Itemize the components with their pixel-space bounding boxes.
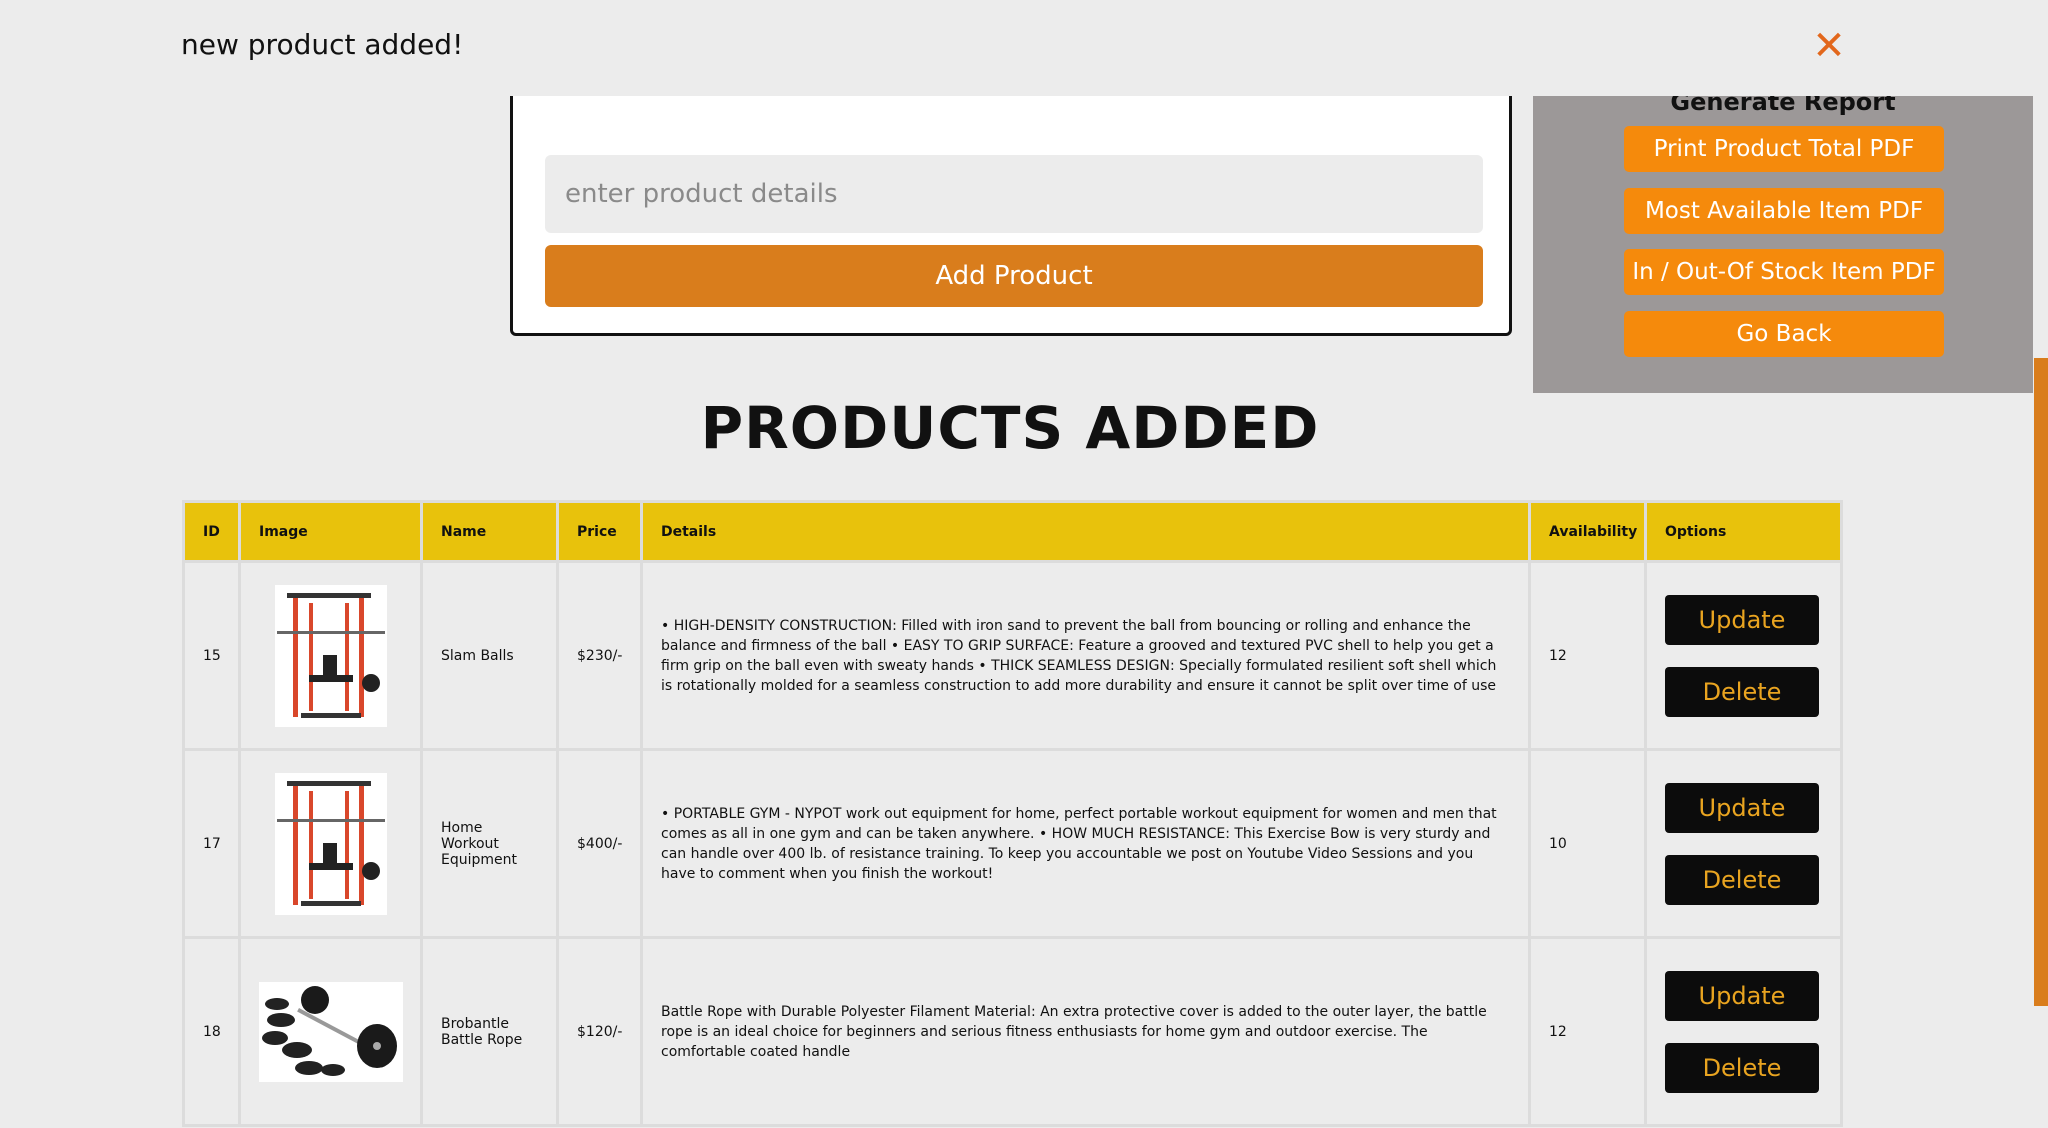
delete-button[interactable]: Delete [1665,666,1819,717]
cell-options: Update Delete [1644,748,1843,939]
cell-id: 15 [182,560,241,751]
cell-id: 18 [182,936,241,1127]
products-table: ID Image Name Price Details Availability… [182,500,1843,1127]
toast-notification: new product added! ✕ [0,0,2048,96]
close-icon[interactable]: ✕ [1812,26,1846,66]
table-row: 18 Brobantle Battle Rope $120/- Battle R… [182,936,1843,1127]
products-heading: PRODUCTS ADDED [700,394,1320,462]
cell-price: $400/- [556,748,643,939]
cell-options: Update Delete [1644,560,1843,751]
cell-price: $230/- [556,560,643,751]
toast-message: new product added! [181,28,464,61]
column-header-image: Image [238,500,423,563]
cell-details: Battle Rope with Durable Polyester Filam… [640,936,1531,1127]
table-row: 17 Home Workout Equipment $400/- • PORTA… [182,748,1843,939]
column-header-price: Price [556,500,643,563]
cell-name: Home Workout Equipment [420,748,559,939]
cell-price: $120/- [556,936,643,1127]
barbell-plates-image [259,981,403,1082]
cell-options: Update Delete [1644,936,1843,1127]
cell-name: Slam Balls [420,560,559,751]
column-header-options: Options [1644,500,1843,563]
update-button[interactable]: Update [1665,782,1819,833]
column-header-id: ID [182,500,241,563]
scroll-accent-bar [2034,358,2048,1006]
delete-button[interactable]: Delete [1665,1042,1819,1093]
column-header-name: Name [420,500,559,563]
cell-availability: 12 [1528,936,1647,1127]
add-product-button[interactable]: Add Product [545,245,1483,307]
update-button[interactable]: Update [1665,970,1819,1021]
product-details-input[interactable] [545,155,1483,233]
table-header-row: ID Image Name Price Details Availability… [182,500,1843,563]
table-row: 15 Slam Balls $230/- • HIGH-DENSITY CONS… [182,560,1843,751]
column-header-details: Details [640,500,1531,563]
delete-button[interactable]: Delete [1665,854,1819,905]
generate-report-panel: Generate Report Print Product Total PDF … [1533,58,2033,393]
cell-details: • HIGH-DENSITY CONSTRUCTION: Filled with… [640,560,1531,751]
cell-image [238,936,423,1127]
cell-name: Brobantle Battle Rope [420,936,559,1127]
cell-image [238,748,423,939]
most-available-item-pdf-button[interactable]: Most Available Item PDF [1624,188,1944,234]
column-header-availability: Availability [1528,500,1647,563]
cell-availability: 12 [1528,560,1647,751]
cell-availability: 10 [1528,748,1647,939]
cell-id: 17 [182,748,241,939]
update-button[interactable]: Update [1665,594,1819,645]
go-back-button[interactable]: Go Back [1624,311,1944,357]
power-rack-image [274,584,387,727]
print-product-total-pdf-button[interactable]: Print Product Total PDF [1624,126,1944,172]
add-product-form: Add Product [510,60,1512,336]
stock-item-pdf-button[interactable]: In / Out-Of Stock Item PDF [1624,249,1944,295]
power-rack-image [274,772,387,915]
cell-image [238,560,423,751]
cell-details: • PORTABLE GYM - NYPOT work out equipmen… [640,748,1531,939]
